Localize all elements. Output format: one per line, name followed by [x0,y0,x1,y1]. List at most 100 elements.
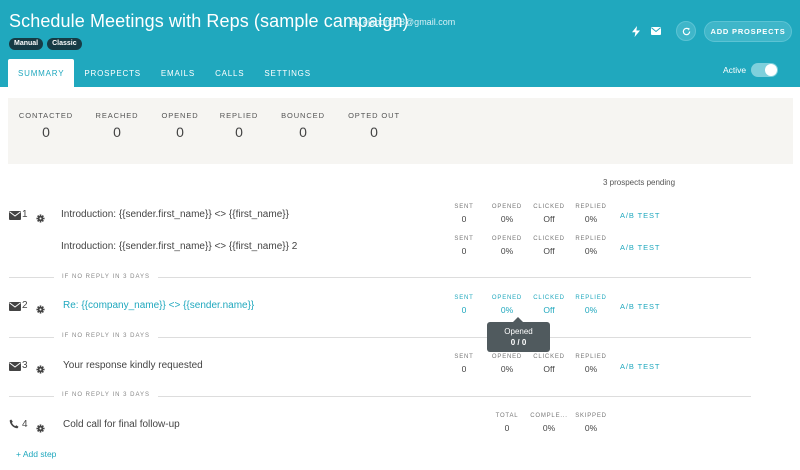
stat-label: OPTED OUT [348,111,400,120]
metric-value: 0% [542,423,556,433]
metric-label: COMPLE... [530,413,568,419]
step-email-subject[interactable]: Re: {{company_name}} <> {{sender.name}} [63,300,254,311]
add-step-link[interactable]: + Add step [16,449,56,459]
phone-icon [9,419,22,429]
step-email-subject[interactable]: Introduction: {{sender.first_name}} <> {… [61,209,289,220]
ab-test-link[interactable]: A/B TEST [620,362,660,371]
ab-test-link[interactable]: A/B TEST [620,302,660,311]
stat-replied: REPLIED 0 [220,111,258,140]
metric-label: OPENED [491,236,523,242]
metric-label: OPENED [491,204,523,210]
envelope-icon[interactable] [648,23,664,39]
metric-skipped: SKIPPED 0% [575,413,607,433]
stat-value: 0 [235,124,243,140]
stat-label: OPENED [161,111,199,120]
campaign-badges: Manual Classic [9,38,82,50]
stat-label: BOUNCED [281,111,325,120]
step-email-subject[interactable]: Your response kindly requested [63,360,203,371]
tab-summary[interactable]: SUMMARY [8,59,75,87]
metric-clicked: CLICKED Off [533,295,565,315]
stat-bounced: BOUNCED 0 [281,111,325,140]
active-toggle-label: Active [723,65,747,75]
metric-label: REPLIED [575,236,607,242]
metric-value: 0% [584,214,598,224]
envelope-icon [9,361,22,371]
metric-replied: REPLIED 0% [575,204,606,224]
tab-calls[interactable]: CALLS [205,59,254,87]
metric-clicked: CLICKED Off [533,354,565,374]
tooltip-label: Opened [504,327,533,336]
step-number: 3 [22,360,28,371]
campaign-owner: by ejabong18@gmail.com [351,17,456,27]
metric-value: 0% [500,364,514,374]
metric-opened: OPENED 0% [492,354,522,374]
active-toggle[interactable] [751,63,778,77]
metric-total: TOTAL 0 [496,413,519,433]
step-call-title[interactable]: Cold call for final follow-up [63,419,180,430]
campaign-tabs: SUMMARY PROSPECTS EMAILS CALLS SETTINGS [8,59,321,87]
metric-label: TOTAL [495,413,519,419]
metric-label: REPLIED [575,295,607,301]
metric-value: 0% [584,305,598,315]
metric-label: REPLIED [575,354,607,360]
toggle-knob [765,64,777,76]
step-delay-label: IF NO REPLY IN 3 DAYS [54,333,159,339]
metric-sent: SENT 0 [454,236,473,256]
step-number: 1 [22,209,28,220]
metric-value: 0 [461,364,467,374]
metric-value: Off [543,305,555,315]
metric-value: 0% [500,305,514,315]
step-number: 2 [22,300,28,311]
metric-label: CLICKED [533,204,565,210]
metric-label: OPENED [491,354,523,360]
metric-clicked: CLICKED Off [533,236,565,256]
step-number: 4 [22,419,28,430]
stat-opened: OPENED 0 [161,111,198,140]
ab-test-link[interactable]: A/B TEST [620,211,660,220]
metric-label: SENT [454,295,474,301]
campaign-title: Schedule Meetings with Reps (sample camp… [9,11,409,31]
metric-label: CLICKED [533,354,565,360]
opened-tooltip: Opened 0 / 0 [487,317,550,352]
metric-label: SENT [454,204,474,210]
stat-value: 0 [42,124,50,140]
metric-value: 0 [504,423,510,433]
gear-icon[interactable] [36,210,46,223]
metric-value: 0% [584,423,598,433]
metric-value: Off [543,214,555,224]
stat-label: CONTACTED [18,111,74,120]
stat-label: REACHED [95,111,139,120]
gear-icon[interactable] [36,420,46,433]
gear-icon[interactable] [36,361,46,374]
metric-value: 0 [461,246,467,256]
metric-opened: OPENED 0% [492,236,522,256]
metric-opened[interactable]: OPENED 0% [492,295,522,315]
bolt-icon[interactable] [628,23,644,39]
metric-label: SENT [454,236,474,242]
stat-opted-out: OPTED OUT 0 [348,111,400,140]
metric-value: Off [543,364,555,374]
metric-label: SKIPPED [575,413,607,419]
tab-prospects[interactable]: PROSPECTS [74,59,151,87]
step-email-subject[interactable]: Introduction: {{sender.first_name}} <> {… [61,241,297,252]
stat-reached: REACHED 0 [96,111,139,140]
metric-label: CLICKED [533,295,565,301]
metric-value: 0% [500,246,514,256]
badge-classic: Classic [47,38,82,50]
metric-value: 0% [584,246,598,256]
metric-replied: REPLIED 0% [575,236,606,256]
stat-value: 0 [113,124,121,140]
metric-sent: SENT 0 [454,354,473,374]
tab-emails[interactable]: EMAILS [151,59,205,87]
tab-settings[interactable]: SETTINGS [254,59,320,87]
metric-value: Off [543,246,555,256]
metric-sent: SENT 0 [454,295,473,315]
add-prospects-button[interactable]: ADD PROSPECTS [704,21,792,42]
refresh-button[interactable] [676,21,696,41]
ab-test-link[interactable]: A/B TEST [620,243,660,252]
tooltip-value: 0 / 0 [510,338,527,347]
prospects-pending: 3 prospects pending [603,178,676,187]
metric-clicked: CLICKED Off [533,204,565,224]
metric-label: OPENED [491,295,523,301]
gear-icon[interactable] [36,301,46,314]
